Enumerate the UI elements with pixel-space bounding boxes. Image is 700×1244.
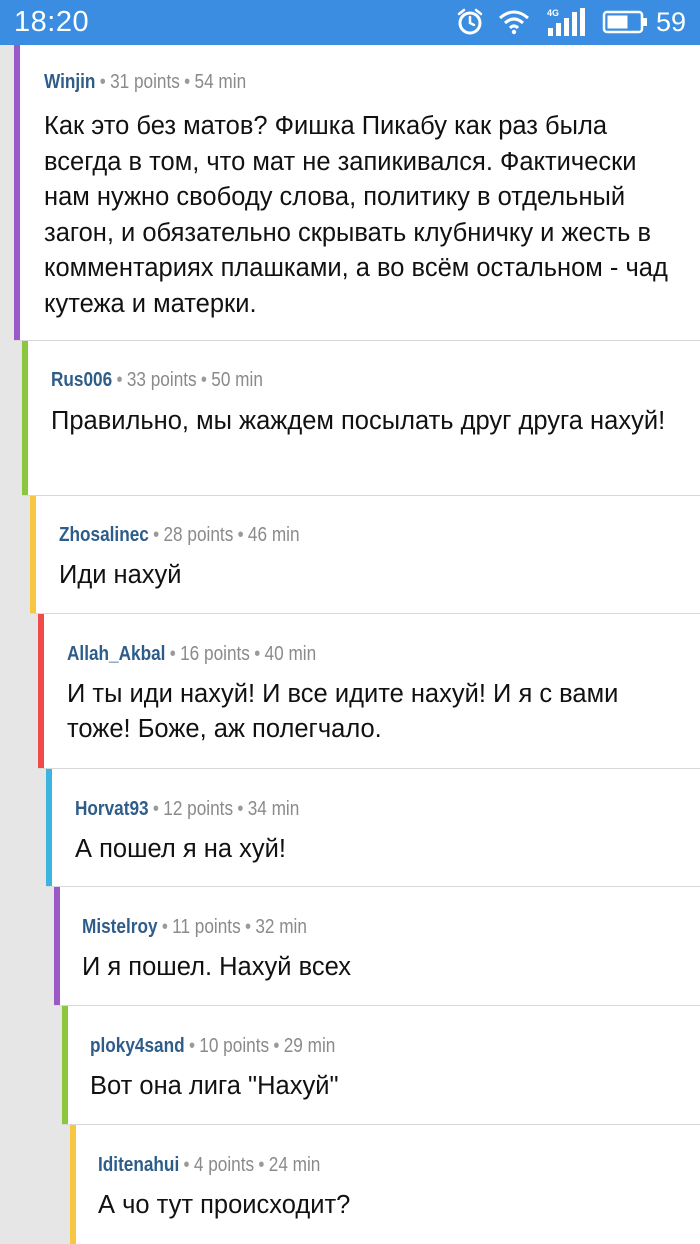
status-time: 18:20 — [14, 6, 90, 38]
comment-text: А пошел я на хуй! — [75, 835, 286, 863]
comment-age: 32 min — [255, 916, 307, 938]
comment-author[interactable]: Mistelroy — [82, 916, 158, 938]
thread-depth-bar — [22, 341, 28, 495]
thread-depth-bar — [46, 769, 52, 886]
comment-age: 50 min — [211, 369, 263, 391]
comment-text: Вот она лига "Нахуй" — [90, 1072, 339, 1100]
comment-meta: Iditenahui • 4 points • 24 min — [98, 1154, 321, 1176]
thread-depth-bar — [70, 1125, 76, 1244]
comment-points: 10 points — [199, 1035, 270, 1057]
comment-meta: Winjin • 31 points • 54 min — [44, 71, 247, 93]
alarm-icon — [456, 8, 484, 36]
comment-meta: Allah_Akbal • 16 points • 40 min — [67, 643, 317, 665]
comment[interactable]: Mistelroy • 11 points • 32 min И я пошел. На… — [54, 887, 700, 1006]
comment[interactable]: Allah_Akbal • 16 points • 40 min И ты иди на… — [38, 614, 700, 769]
comment-points: 33 points — [126, 369, 197, 391]
comment[interactable]: Rus006 • 33 points • 50 min Правильно, мы жа… — [22, 341, 700, 496]
comment-meta: ploky4sand • 10 points • 29 min — [90, 1035, 336, 1057]
comment[interactable]: Winjin • 31 points • 54 min Как это без мато… — [14, 45, 700, 341]
comment-age: 24 min — [268, 1154, 321, 1176]
comment-points: 4 points — [193, 1154, 255, 1176]
network-type-label: 4G — [546, 8, 559, 18]
comment-author[interactable]: Allah_Akbal — [67, 643, 165, 665]
comment-meta: Rus006 • 33 points • 50 min — [51, 369, 263, 391]
comment[interactable]: ploky4sand • 10 points • 29 min Вот она лига… — [62, 1006, 700, 1125]
comment-text: И я пошел. Нахуй всех — [82, 953, 351, 981]
comment-text: И ты иди нахуй! И все идите нахуй! И я с… — [67, 680, 619, 743]
comment-points: 16 points — [180, 643, 250, 665]
comment-meta: Mistelroy • 11 points • 32 min — [82, 916, 307, 938]
comment-author[interactable]: Zhosalinec — [59, 524, 149, 546]
comment-points: 12 points — [163, 798, 234, 820]
comment-author[interactable]: ploky4sand — [90, 1035, 185, 1057]
comment-points: 28 points — [163, 524, 234, 546]
comment-author[interactable]: Horvat93 — [75, 798, 149, 820]
comment-points: 11 points — [172, 916, 241, 938]
thread-depth-bar — [30, 496, 36, 613]
comment-text: Правильно, мы жаждем посылать друг друга… — [51, 407, 666, 435]
comment-meta: Horvat93 • 12 points • 34 min — [75, 798, 300, 820]
status-bar: 18:20 4G 59 — [0, 0, 700, 45]
thread-depth-bar — [62, 1006, 68, 1124]
status-icons: 4G 59 — [456, 6, 686, 38]
comment-points: 31 points — [110, 71, 180, 93]
thread-depth-bar — [54, 887, 60, 1005]
wifi-icon — [498, 9, 530, 35]
comment[interactable]: Iditenahui • 4 points • 24 min А чо тут прои… — [70, 1125, 700, 1244]
comment-text: Как это без матов? Фишка Пикабу как раз … — [44, 112, 668, 318]
comment-age: 40 min — [264, 643, 317, 665]
comment-author[interactable]: Rus006 — [51, 369, 112, 391]
comment[interactable]: Horvat93 • 12 points • 34 min А пошел я на х… — [46, 769, 700, 887]
comment-age: 54 min — [194, 71, 247, 93]
comment-author[interactable]: Iditenahui — [98, 1154, 179, 1176]
comment-text: А чо тут происходит? — [98, 1191, 351, 1219]
comment[interactable]: Zhosalinec • 28 points • 46 min Иди нахуй — [30, 496, 700, 614]
comment-age: 29 min — [283, 1035, 336, 1057]
thread-depth-bar — [14, 45, 20, 340]
thread-depth-bar — [38, 614, 44, 768]
comment-meta: Zhosalinec • 28 points • 46 min — [59, 524, 300, 546]
comment-text: Иди нахуй — [59, 561, 182, 589]
cellular-signal-icon: 4G — [544, 6, 588, 38]
comment-age: 34 min — [247, 798, 300, 820]
battery-level: 59 — [655, 7, 686, 37]
comment-author[interactable]: Winjin — [44, 71, 95, 93]
battery-icon — [602, 10, 648, 34]
comment-age: 46 min — [247, 524, 300, 546]
